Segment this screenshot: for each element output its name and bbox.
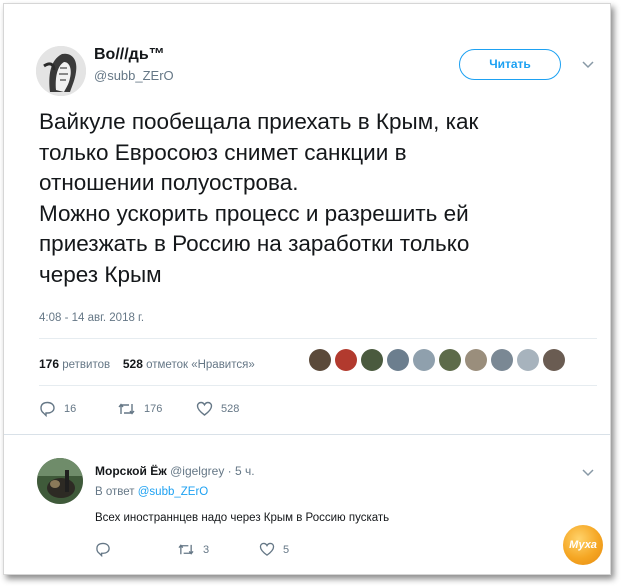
retweet-icon xyxy=(118,403,135,415)
liker-avatar[interactable] xyxy=(491,349,513,371)
reply-like-action[interactable]: 5 xyxy=(259,542,289,557)
retweet-action[interactable]: 176 xyxy=(117,401,162,417)
tweet-text-line: Вайкуле пообещала приехать в Крым, как xyxy=(39,109,479,134)
likes-count[interactable]: 528 xyxy=(123,357,143,371)
liker-avatar[interactable] xyxy=(309,349,331,371)
heart-icon xyxy=(259,542,275,556)
retweet-count: 176 xyxy=(144,403,163,415)
reply-reply-action[interactable] xyxy=(95,542,111,557)
tweet-stats: 176 ретвитов 528 отметок «Нравится» xyxy=(39,357,255,371)
tweet-timestamp[interactable]: 4:08 - 14 авг. 2018 г. xyxy=(39,312,144,324)
likes-label[interactable]: отметок «Нравится» xyxy=(146,359,255,371)
reply-count: 16 xyxy=(64,403,77,415)
liker-avatar[interactable] xyxy=(543,349,565,371)
divider xyxy=(39,338,597,339)
reply-author-handle[interactable]: @igelgrey xyxy=(170,464,224,478)
reply-icon xyxy=(40,401,55,417)
tweet-text-line: отношении полуострова. xyxy=(39,170,299,195)
divider xyxy=(39,385,597,386)
author-handle[interactable]: @subb_ZErO xyxy=(94,68,174,83)
retweets-label[interactable]: ретвитов xyxy=(62,359,110,371)
tweet-text-line: только Евросоюз снимет санкции в xyxy=(39,139,407,165)
tweet-text: Вайкуле пообещала приехать в Крым, как т… xyxy=(39,107,599,290)
heart-icon xyxy=(196,401,213,416)
liker-avatar[interactable] xyxy=(439,349,461,371)
tweet-text-line: приезжать в Россию на заработки только xyxy=(39,231,470,256)
tweet-text-line: через Крым xyxy=(39,261,162,287)
liker-avatar[interactable] xyxy=(517,349,539,371)
in-reply-to-handle[interactable]: @subb_ZErO xyxy=(138,486,208,498)
author-avatar[interactable] xyxy=(36,46,86,96)
reply-retweet-count: 3 xyxy=(203,543,210,556)
chevron-down-icon[interactable] xyxy=(582,465,594,480)
liker-avatar[interactable] xyxy=(387,349,409,371)
retweet-icon xyxy=(178,544,194,555)
reply-action[interactable]: 16 xyxy=(39,401,76,417)
reply-author-avatar[interactable] xyxy=(37,458,83,504)
liker-avatar[interactable] xyxy=(413,349,435,371)
watermark-logo: Муха xyxy=(563,525,603,565)
liker-avatar[interactable] xyxy=(335,349,357,371)
reply-author-name[interactable]: Морской Ёж xyxy=(95,464,167,478)
reply-icon xyxy=(96,542,110,557)
reply-like-count: 5 xyxy=(283,543,290,556)
like-action[interactable]: 528 xyxy=(196,401,239,417)
reply-text: Всех иностраннцев надо через Крым в Росс… xyxy=(95,512,390,524)
in-reply-to-prefix: В ответ xyxy=(95,486,135,498)
reply-retweet-action[interactable]: 3 xyxy=(177,542,209,557)
tweet-text-line: Можно ускорить процесс и разрешить ей xyxy=(39,200,469,226)
reply-time[interactable]: · 5 ч. xyxy=(228,464,255,478)
retweets-count[interactable]: 176 xyxy=(39,357,59,371)
divider xyxy=(4,434,610,435)
like-count: 528 xyxy=(221,403,240,415)
chevron-down-icon[interactable] xyxy=(582,57,594,72)
in-reply-to: В ответ @subb_ZErO xyxy=(95,486,208,498)
tweet-card: Во///дь™ @subb_ZErO Читать Вайкуле пообе… xyxy=(3,3,611,575)
liker-avatar[interactable] xyxy=(465,349,487,371)
reply-header: Морской Ёж @igelgrey · 5 ч. xyxy=(95,464,255,478)
follow-button[interactable]: Читать xyxy=(459,49,561,80)
author-name[interactable]: Во///дь™ xyxy=(94,46,165,64)
liker-avatar[interactable] xyxy=(361,349,383,371)
